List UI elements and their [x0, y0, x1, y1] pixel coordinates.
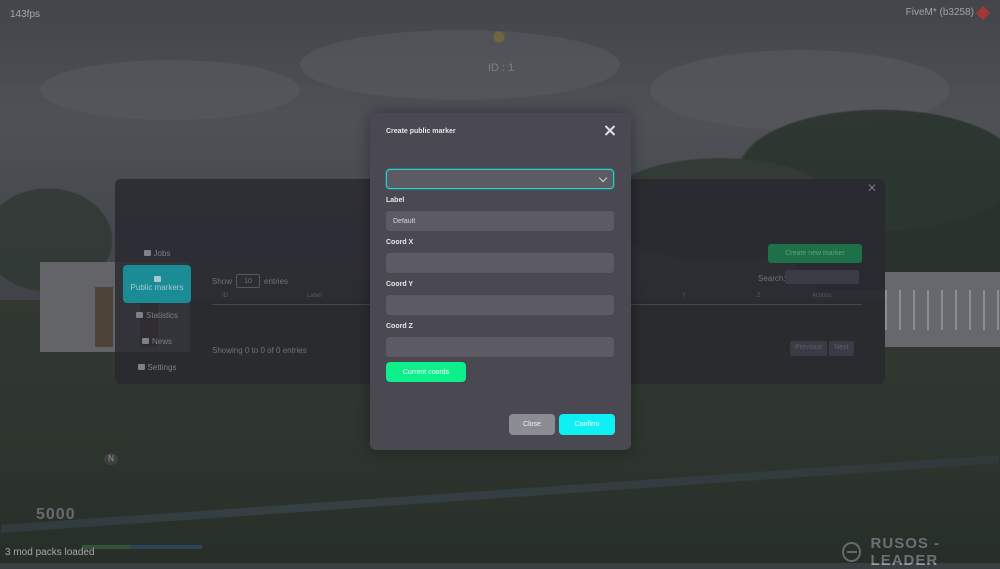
- sidebar-item-label: News: [151, 336, 172, 346]
- confirm-button[interactable]: Confirm: [559, 414, 615, 435]
- column-header[interactable]: ID: [222, 293, 228, 299]
- column-header[interactable]: Y: [682, 293, 686, 299]
- chevron-down-icon: [598, 173, 608, 183]
- briefcase-icon: [143, 250, 151, 256]
- search-input[interactable]: [785, 270, 859, 284]
- previous-button[interactable]: Previous: [790, 341, 828, 356]
- entries-select[interactable]: 10: [236, 274, 261, 288]
- column-header[interactable]: Actions: [812, 293, 832, 299]
- close-icon[interactable]: [603, 124, 617, 138]
- create-marker-modal: Create public marker Label Coord X Coord…: [370, 113, 631, 450]
- coord-x-input[interactable]: [386, 253, 614, 273]
- search-label: Search:: [758, 274, 786, 283]
- sidebar-item-statistics[interactable]: Statistics: [123, 305, 191, 325]
- marker-icon: [153, 276, 161, 282]
- rocket-icon: [141, 338, 149, 344]
- coord-z-input[interactable]: [386, 337, 614, 357]
- show-label: Show: [212, 276, 233, 286]
- panel-close-icon[interactable]: ✕: [867, 181, 877, 195]
- entries-selector: Show 10 entries: [212, 274, 288, 288]
- marker-type-select[interactable]: [386, 169, 614, 189]
- coord-z-caption: Coord Z: [386, 323, 413, 330]
- label-caption: Label: [386, 197, 405, 204]
- bar-chart-icon: [135, 312, 143, 318]
- create-marker-button[interactable]: Create new marker: [768, 244, 862, 263]
- sidebar-item-label: Jobs: [153, 248, 171, 258]
- pagination: Previous Next: [790, 341, 854, 356]
- modal-title: Create public marker: [386, 128, 456, 135]
- sidebar-item-news[interactable]: News: [123, 331, 191, 351]
- coord-y-input[interactable]: [386, 295, 614, 315]
- sidebar-item-settings[interactable]: Settings: [123, 357, 191, 377]
- column-header[interactable]: Label: [307, 293, 322, 299]
- coord-y-caption: Coord Y: [386, 281, 414, 288]
- close-button[interactable]: Close: [509, 414, 555, 435]
- label-input[interactable]: [386, 211, 614, 231]
- sidebar-item-label: Public markers: [130, 283, 184, 292]
- current-coords-button[interactable]: Current coords: [386, 362, 466, 382]
- next-button[interactable]: Next: [829, 341, 854, 356]
- column-header[interactable]: Z: [757, 293, 761, 299]
- table-info: Showing 0 to 0 of 0 entries: [212, 346, 307, 355]
- sidebar-item-public-markers[interactable]: Public markers: [123, 265, 191, 303]
- sidebar-item-label: Settings: [147, 362, 177, 372]
- sidebar-item-jobs[interactable]: Jobs: [123, 243, 191, 263]
- sidebar-item-label: Statistics: [145, 310, 178, 320]
- entries-label: entries: [264, 276, 289, 286]
- gear-icon: [137, 364, 145, 370]
- coord-x-caption: Coord X: [386, 239, 414, 246]
